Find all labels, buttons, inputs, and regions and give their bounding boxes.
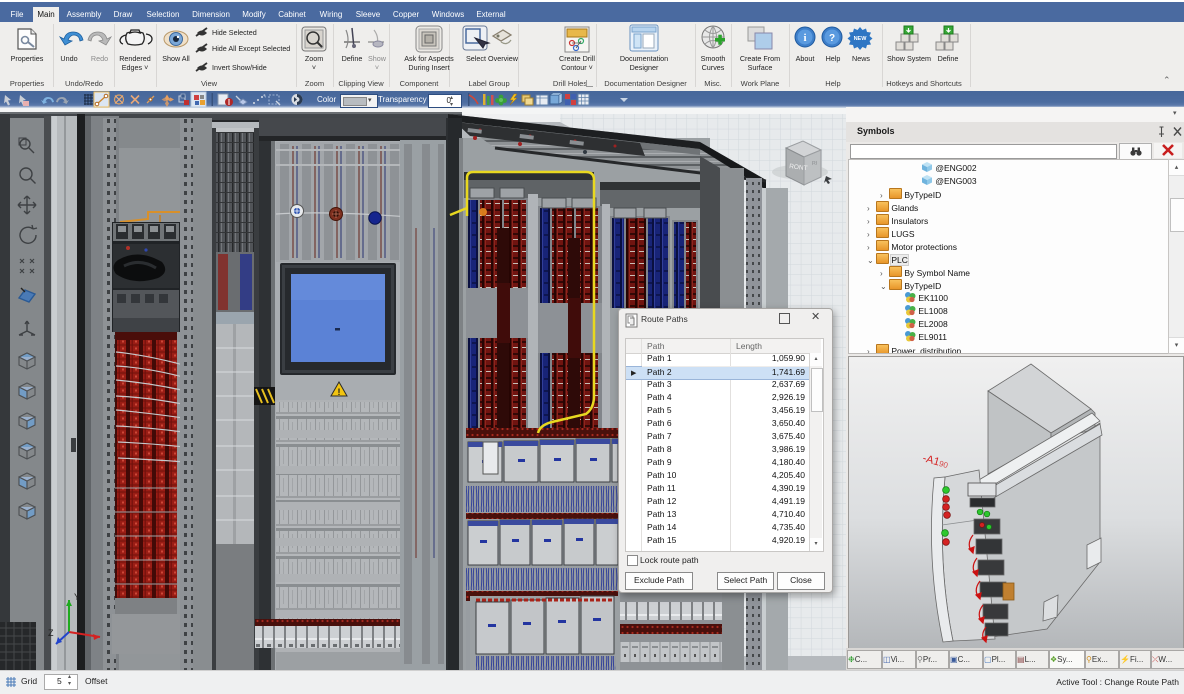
svg-text:i: i bbox=[803, 32, 806, 44]
svg-text:Y: Y bbox=[74, 592, 80, 602]
svg-text:?: ? bbox=[829, 33, 835, 44]
svg-text:-A190: -A190 bbox=[921, 452, 950, 471]
svg-text:NEW: NEW bbox=[854, 36, 868, 42]
svg-text:!: ! bbox=[338, 387, 341, 397]
svg-text:Z: Z bbox=[48, 628, 54, 638]
svg-text:RI: RI bbox=[812, 161, 818, 167]
